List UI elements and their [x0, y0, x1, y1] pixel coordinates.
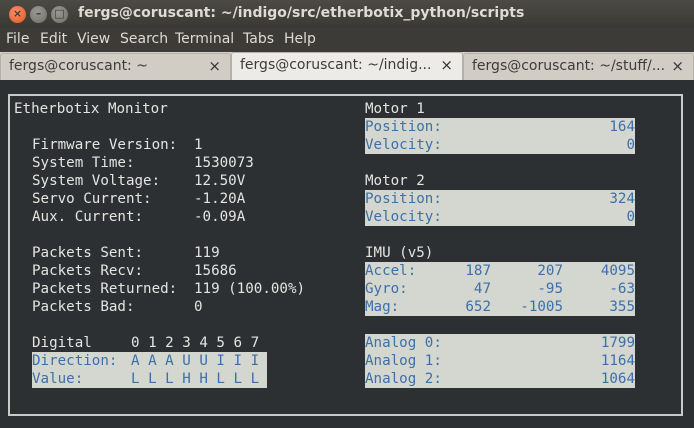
motor2-position-row: Position: 324 [365, 190, 635, 208]
digital-values: L L L H H L L L [131, 371, 260, 387]
packets-returned-value: 119 (100.00%) [194, 281, 306, 297]
tab-bar: fergs@coruscant: ~ × fergs@coruscant: ~/… [0, 52, 694, 80]
maximize-window-button[interactable]: □ [51, 6, 68, 23]
tab-label: fergs@coruscant: ~ [9, 58, 148, 74]
menu-terminal[interactable]: Terminal [175, 31, 234, 47]
mag-x: 652 [465, 299, 491, 315]
mag-z: 355 [609, 299, 635, 315]
aux-current-label: Aux. Current: [32, 209, 144, 225]
system-voltage-value: 12.50V [194, 173, 246, 189]
motor1-velocity-row: Velocity: 0 [365, 136, 635, 154]
firmware-label: Firmware Version: [32, 137, 178, 153]
terminal-area[interactable]: Etherbotix Monitor Firmware Version: 1 S… [0, 80, 694, 428]
imu-title: IMU (v5) [365, 245, 434, 261]
minimize-window-button[interactable]: – [30, 6, 47, 23]
servo-current-label: Servo Current: [32, 191, 152, 207]
motor2-velocity-value: 0 [626, 209, 635, 225]
close-icon[interactable]: × [671, 57, 684, 75]
analog-1-value: 1164 [600, 353, 635, 369]
gyro-y: -95 [537, 281, 563, 297]
menu-tabs[interactable]: Tabs [243, 31, 274, 47]
tab-label: fergs@coruscant: ~/stuff/... [472, 58, 666, 74]
value-label: Value: [32, 371, 84, 387]
motor2-position-label: Position: [365, 191, 442, 207]
firmware-value: 1 [194, 137, 203, 153]
packets-sent-value: 119 [194, 245, 220, 261]
aux-current-value: -0.09A [194, 209, 246, 225]
menu-view[interactable]: View [77, 31, 110, 47]
accel-label: Accel: [365, 263, 417, 279]
packets-bad-label: Packets Bad: [32, 299, 135, 315]
accel-x: 187 [465, 263, 491, 279]
packets-bad-value: 0 [194, 299, 203, 315]
packets-sent-label: Packets Sent: [32, 245, 144, 261]
accel-y: 207 [537, 263, 563, 279]
imu-accel-row: Accel: 187 207 4095 [365, 262, 635, 280]
title-bar: × – □ fergs@coruscant: ~/indigo/src/ethe… [0, 0, 694, 28]
mag-label: Mag: [365, 299, 400, 315]
tab-indigo[interactable]: fergs@coruscant: ~/indig... × [231, 52, 463, 80]
packets-recv-label: Packets Recv: [32, 263, 144, 279]
analog-0-value: 1799 [600, 335, 635, 351]
menu-edit[interactable]: Edit [40, 31, 67, 47]
analog-0-row: Analog 0: 1799 [365, 334, 635, 352]
window-title: fergs@coruscant: ~/indigo/src/etherbotix… [78, 5, 525, 21]
menu-help[interactable]: Help [284, 31, 316, 47]
value-row: Value: L L L H H L L L [32, 370, 267, 388]
analog-2-row: Analog 2: 1064 [365, 370, 635, 388]
analog-2-label: Analog 2: [365, 371, 442, 387]
mag-y: -1005 [520, 299, 563, 315]
gyro-x: 47 [473, 281, 491, 297]
motor1-position-value: 164 [609, 119, 635, 135]
digital-pins: 0 1 2 3 4 5 6 7 [131, 335, 260, 351]
menu-bar: File Edit View Search Terminal Tabs Help [0, 28, 694, 52]
close-icon[interactable]: × [208, 57, 221, 75]
tab-home[interactable]: fergs@coruscant: ~ × [0, 53, 231, 80]
motor2-velocity-label: Velocity: [365, 209, 442, 225]
gyro-z: -63 [609, 281, 635, 297]
motor1-velocity-value: 0 [626, 137, 635, 153]
system-time-value: 1530073 [194, 155, 254, 171]
motor2-title: Motor 2 [365, 173, 425, 189]
motor1-position-label: Position: [365, 119, 442, 135]
packets-returned-label: Packets Returned: [32, 281, 178, 297]
close-icon[interactable]: × [440, 56, 453, 74]
tab-label: fergs@coruscant: ~/indig... [240, 57, 432, 73]
motor2-velocity-row: Velocity: 0 [365, 208, 635, 226]
accel-z: 4095 [600, 263, 635, 279]
digital-label: Digital [32, 335, 92, 351]
imu-mag-row: Mag: 652 -1005 355 [365, 298, 635, 316]
analog-1-row: Analog 1: 1164 [365, 352, 635, 370]
menu-file[interactable]: File [6, 31, 29, 47]
direction-values: A A A U U I I I [131, 353, 260, 369]
analog-2-value: 1064 [600, 371, 635, 387]
direction-label: Direction: [32, 353, 118, 369]
motor1-title: Motor 1 [365, 101, 425, 117]
system-voltage-label: System Voltage: [32, 173, 161, 189]
motor2-position-value: 324 [609, 191, 635, 207]
servo-current-value: -1.20A [194, 191, 246, 207]
imu-gyro-row: Gyro: 47 -95 -63 [365, 280, 635, 298]
packets-recv-value: 15686 [194, 263, 237, 279]
menu-search[interactable]: Search [120, 31, 168, 47]
motor1-velocity-label: Velocity: [365, 137, 442, 153]
close-window-button[interactable]: × [9, 6, 26, 23]
motor1-position-row: Position: 164 [365, 118, 635, 136]
analog-1-label: Analog 1: [365, 353, 442, 369]
analog-0-label: Analog 0: [365, 335, 442, 351]
gyro-label: Gyro: [365, 281, 408, 297]
monitor-title: Etherbotix Monitor [14, 101, 168, 117]
tab-stuff[interactable]: fergs@coruscant: ~/stuff/... × [463, 53, 694, 80]
direction-row: Direction: A A A U U I I I [32, 352, 267, 370]
system-time-label: System Time: [32, 155, 135, 171]
